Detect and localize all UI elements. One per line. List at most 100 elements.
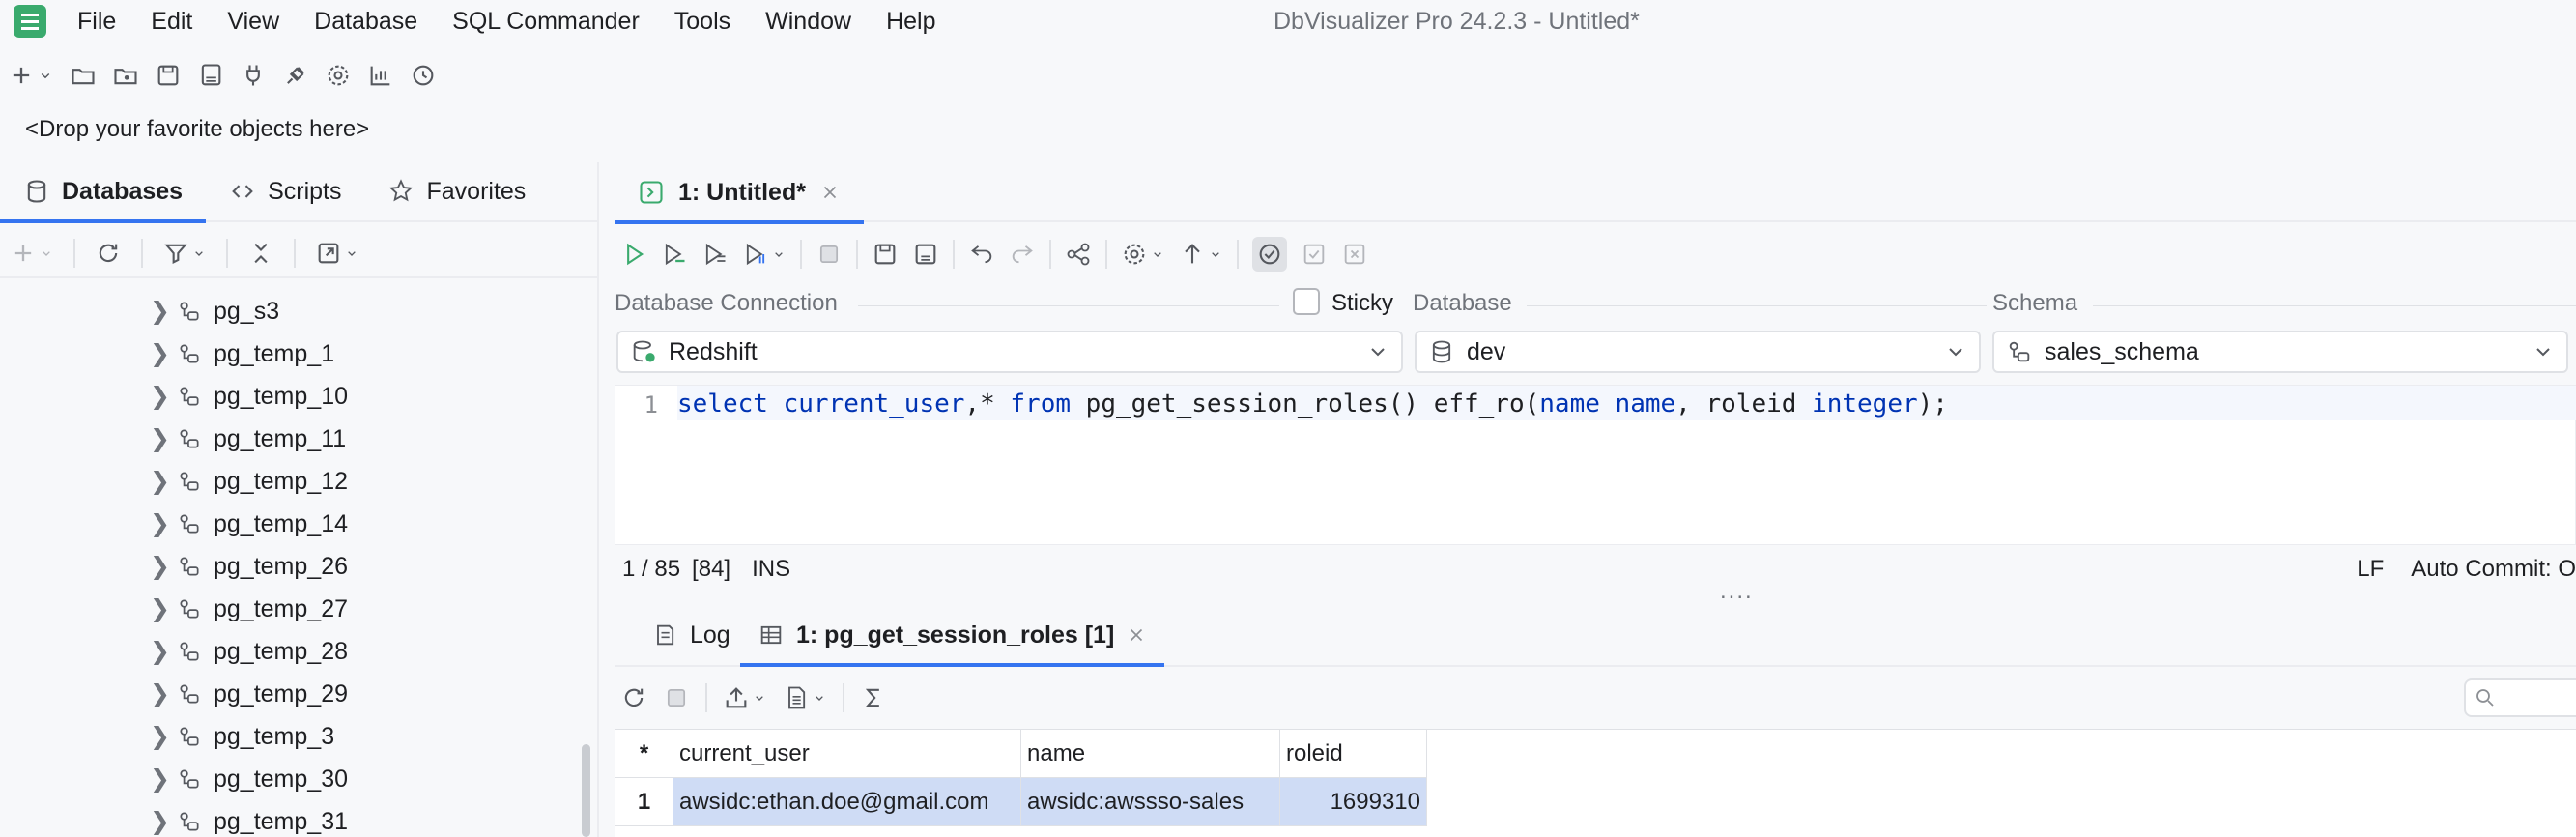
database-select[interactable]: dev	[1415, 331, 1981, 373]
add-connection-icon[interactable]	[10, 240, 37, 267]
chevron-down-icon[interactable]	[344, 240, 359, 267]
table-cell[interactable]: awsidc:awssso-sales	[1021, 778, 1280, 826]
column-header[interactable]: current_user	[673, 730, 1021, 778]
editor-settings-icon[interactable]	[1121, 241, 1148, 268]
menu-view[interactable]: View	[227, 8, 279, 36]
add-icon[interactable]	[8, 62, 35, 89]
tree-item[interactable]: ❯ pg_temp_11	[0, 418, 599, 460]
chevron-right-icon[interactable]: ❯	[150, 765, 170, 794]
history-icon[interactable]	[410, 62, 437, 89]
chevron-right-icon[interactable]: ❯	[150, 424, 170, 453]
tab-databases[interactable]: Databases	[0, 161, 207, 223]
export-icon[interactable]	[723, 684, 750, 711]
tree-scrollbar[interactable]	[582, 744, 590, 837]
tree-item[interactable]: ❯ pg_temp_28	[0, 630, 599, 673]
stop-icon[interactable]	[663, 684, 690, 711]
tree-item[interactable]: ❯ pg_temp_3	[0, 715, 599, 758]
tree-item[interactable]: ❯ pg_temp_31	[0, 800, 599, 837]
tree-item[interactable]: ❯ pg_temp_26	[0, 545, 599, 588]
execute-icon[interactable]	[620, 241, 647, 268]
save-all-icon[interactable]	[197, 62, 224, 89]
sql-editor[interactable]: 1 select current_user,* from pg_get_sess…	[615, 385, 2576, 545]
open-folder-icon[interactable]	[70, 62, 97, 89]
chevron-down-icon[interactable]	[37, 62, 54, 89]
tab-untitled[interactable]: 1: Untitled*	[615, 162, 864, 224]
tree-item[interactable]: ❯ pg_temp_12	[0, 460, 599, 503]
save-icon[interactable]	[155, 62, 182, 89]
chevron-down-icon[interactable]	[812, 684, 827, 711]
schema-select[interactable]: sales_schema	[1992, 331, 2568, 373]
favorites-drop-zone[interactable]: <Drop your favorite objects here>	[25, 116, 369, 143]
document-icon[interactable]	[783, 684, 810, 711]
chevron-right-icon[interactable]: ❯	[150, 679, 170, 708]
save-icon[interactable]	[872, 241, 899, 268]
chevron-down-icon[interactable]	[771, 241, 787, 268]
chevron-right-icon[interactable]: ❯	[150, 467, 170, 496]
table-cell[interactable]: 1699310	[1280, 778, 1427, 826]
save-as-icon[interactable]	[912, 241, 939, 268]
menu-tools[interactable]: Tools	[674, 8, 730, 36]
chevron-right-icon[interactable]: ❯	[150, 297, 170, 326]
tree-item[interactable]: ❯ pg_temp_29	[0, 673, 599, 715]
refresh-icon[interactable]	[95, 240, 122, 267]
auto-commit-icon[interactable]	[1252, 237, 1287, 272]
open-recent-icon[interactable]	[112, 62, 139, 89]
chevron-right-icon[interactable]: ❯	[150, 807, 170, 836]
execute-explain-icon[interactable]	[742, 241, 769, 268]
sql-code-line[interactable]: select current_user,* from pg_get_sessio…	[677, 386, 2576, 420]
menu-help[interactable]: Help	[886, 8, 935, 36]
chevron-down-icon[interactable]	[1150, 241, 1165, 268]
menu-window[interactable]: Window	[765, 8, 851, 36]
tab-scripts[interactable]: Scripts	[206, 161, 364, 221]
chevron-right-icon[interactable]: ❯	[150, 339, 170, 368]
execute-current-icon[interactable]	[661, 241, 688, 268]
next-sql-icon[interactable]	[1009, 241, 1036, 268]
refresh-icon[interactable]	[620, 684, 647, 711]
menu-edit[interactable]: Edit	[151, 8, 192, 36]
sum-icon[interactable]	[860, 684, 887, 711]
tree-item[interactable]: ❯ pg_temp_14	[0, 503, 599, 545]
stop-icon[interactable]	[816, 241, 843, 268]
chevron-right-icon[interactable]: ❯	[150, 509, 170, 538]
column-header[interactable]: name	[1021, 730, 1280, 778]
previous-sql-icon[interactable]	[968, 241, 995, 268]
grid-corner[interactable]: *	[615, 730, 673, 778]
query-builder-icon[interactable]	[1065, 241, 1092, 268]
disconnect-icon[interactable]	[282, 62, 309, 89]
chevron-right-icon[interactable]: ❯	[150, 722, 170, 751]
tab-log[interactable]: Log	[634, 605, 748, 665]
rollback-icon[interactable]	[1341, 241, 1368, 268]
tree-item[interactable]: ❯ pg_temp_10	[0, 375, 599, 418]
tree-item[interactable]: ❯ pg_temp_1	[0, 332, 599, 375]
connect-icon[interactable]	[240, 62, 267, 89]
open-object-icon[interactable]	[315, 240, 342, 267]
row-number[interactable]: 1	[615, 778, 673, 826]
menu-sql-commander[interactable]: SQL Commander	[452, 8, 640, 36]
tree-item[interactable]: ❯ pg_temp_30	[0, 758, 599, 800]
collapse-all-icon[interactable]	[247, 240, 274, 267]
splitter-handle[interactable]: ....	[1720, 578, 1754, 605]
sticky-checkbox[interactable]	[1293, 288, 1320, 315]
tab-favorites[interactable]: Favorites	[364, 161, 549, 221]
close-icon[interactable]	[819, 179, 841, 206]
table-cell[interactable]: awsidc:ethan.doe@gmail.com	[673, 778, 1021, 826]
chevron-down-icon[interactable]	[39, 240, 54, 267]
menu-database[interactable]: Database	[314, 8, 417, 36]
commit-icon[interactable]	[1301, 241, 1328, 268]
tree-item[interactable]: ❯ pg_temp_27	[0, 588, 599, 630]
panel-splitter[interactable]	[597, 162, 599, 837]
tab-result-1[interactable]: 1: pg_get_session_roles [1]	[740, 605, 1165, 667]
filter-icon[interactable]	[162, 240, 189, 267]
column-header[interactable]: roleid	[1280, 730, 1427, 778]
chevron-right-icon[interactable]: ❯	[150, 594, 170, 623]
settings-icon[interactable]	[325, 62, 352, 89]
result-search-input[interactable]	[2464, 678, 2576, 717]
chart-icon[interactable]	[367, 62, 394, 89]
menu-file[interactable]: File	[77, 8, 116, 36]
tree-item[interactable]: ❯ pg_s3	[0, 290, 599, 332]
connection-select[interactable]: Redshift	[616, 331, 1403, 373]
chevron-down-icon[interactable]	[191, 240, 207, 267]
close-icon[interactable]	[1126, 621, 1147, 649]
format-icon[interactable]	[1179, 241, 1206, 268]
chevron-right-icon[interactable]: ❯	[150, 382, 170, 411]
